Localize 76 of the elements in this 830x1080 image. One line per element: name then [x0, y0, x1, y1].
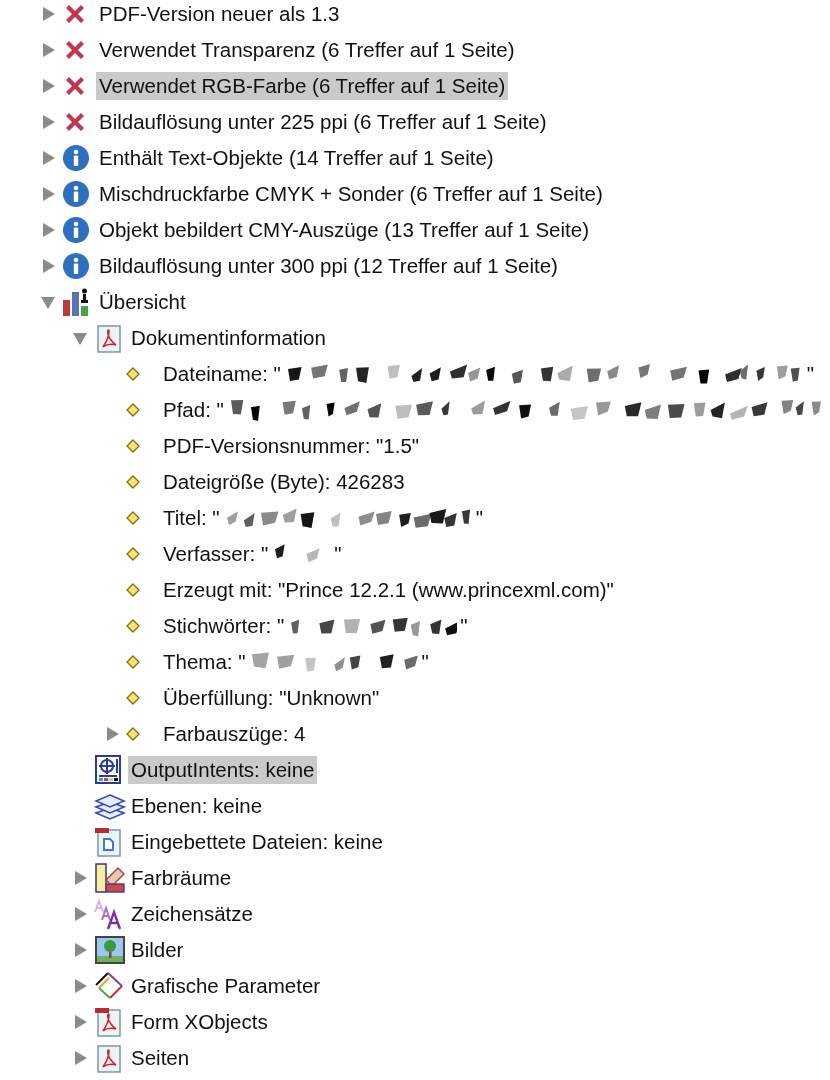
diamond-icon	[126, 475, 140, 489]
tree-item-label[interactable]: Bildauflösung unter 300 ppi (12 Treffer auf 1 Seite)	[96, 252, 561, 280]
tree-image-icon	[94, 935, 126, 965]
quote-mark: "	[459, 613, 469, 639]
tree-item-label[interactable]: Form XObjects	[128, 1008, 271, 1036]
diamond-icon	[126, 439, 140, 453]
pdf-document-icon	[94, 1043, 122, 1073]
diamond-icon	[126, 547, 140, 561]
pdf-document-icon	[94, 1007, 122, 1037]
tree-item-label[interactable]: OutputIntents: keine	[128, 756, 318, 784]
diamond-icon	[126, 403, 140, 417]
tree-item-label[interactable]: Ebenen: keine	[128, 792, 266, 820]
diamond-icon	[126, 367, 140, 381]
tree-item-label[interactable]: Stichwörter: "	[160, 612, 288, 640]
tree-item-label[interactable]: Erzeugt mit: "Prince 12.2.1 (www.princexml.com)"	[160, 576, 617, 604]
disclosure-triangle[interactable]	[72, 330, 88, 346]
tree-item-label[interactable]: Übersicht	[96, 288, 189, 316]
tree-item-label[interactable]: PDF-Versionsnummer: "1.5"	[160, 432, 423, 460]
disclosure-triangle[interactable]	[72, 978, 88, 994]
tree-item-label[interactable]: Dokumentinformation	[128, 324, 329, 352]
disclosure-triangle[interactable]	[40, 186, 56, 202]
disclosure-triangle[interactable]	[72, 942, 88, 958]
tree-item-label[interactable]: Thema: "	[160, 648, 249, 676]
tree-item-label[interactable]: Objekt bebildert CMY-Auszüge (13 Treffer auf 1 Seite)	[96, 216, 592, 244]
quote-mark: "	[333, 541, 343, 567]
disclosure-triangle[interactable]	[40, 114, 56, 130]
disclosure-triangle[interactable]	[40, 258, 56, 274]
tree-item-label[interactable]: Seiten	[128, 1044, 193, 1072]
disclosure-triangle[interactable]	[72, 1050, 88, 1066]
diamond-icon	[126, 511, 140, 525]
pdf-document-icon	[94, 323, 122, 353]
layers-icon	[94, 791, 126, 821]
disclosure-triangle[interactable]	[40, 222, 56, 238]
diamond-icon	[126, 691, 140, 705]
tree-item-label[interactable]: PDF-Version neuer als 1.3	[96, 0, 343, 28]
disclosure-triangle[interactable]	[72, 870, 88, 886]
diamond-icon	[126, 727, 140, 741]
tree-item-label[interactable]: Verwendet RGB-Farbe (6 Treffer auf 1 Seite)	[96, 72, 509, 100]
tree-item-label[interactable]: Bildauflösung unter 225 ppi (6 Treffer auf 1 Seite)	[96, 108, 550, 136]
diamond-icon	[126, 583, 140, 597]
tree-item-label[interactable]: Mischdruckfarbe CMYK + Sonder (6 Treffer auf 1 Seite)	[96, 180, 606, 208]
tree-item-label[interactable]: Dateigröße (Byte): 426283	[160, 468, 408, 496]
tree-item-label[interactable]: Titel: "	[160, 504, 223, 532]
diamond-icon	[126, 655, 140, 669]
quote-mark: "	[420, 649, 430, 675]
tree-item-label[interactable]: Farbräume	[128, 864, 235, 892]
info-icon	[62, 216, 90, 244]
disclosure-triangle[interactable]	[40, 150, 56, 166]
tree-item-label[interactable]: Farbauszüge: 4	[160, 720, 309, 748]
disclosure-triangle[interactable]	[40, 42, 56, 58]
info-icon	[62, 144, 90, 172]
quote-mark: "	[805, 361, 816, 387]
quote-mark: "	[474, 505, 484, 531]
document-icon	[94, 827, 122, 857]
diamond-icon	[126, 619, 140, 633]
info-icon	[62, 252, 90, 280]
tree-item-label[interactable]: Verfasser: "	[160, 540, 272, 568]
tree-item-label[interactable]: Grafische Parameter	[128, 972, 324, 1000]
tree-item-label[interactable]: Eingebettete Dateien: keine	[128, 828, 386, 856]
tree-item-label[interactable]: Verwendet Transparenz (6 Treffer auf 1 Seite)	[96, 36, 518, 64]
crosshair-icon	[94, 755, 122, 785]
disclosure-triangle[interactable]	[72, 1014, 88, 1030]
tree-item-label[interactable]: Enthält Text-Objekte (14 Treffer auf 1 Seite)	[96, 144, 497, 172]
disclosure-triangle[interactable]	[40, 6, 56, 22]
tree-item-label[interactable]: Pfad: "	[160, 396, 227, 424]
color-swatch-icon	[94, 862, 126, 894]
tree-item-label[interactable]: Überfüllung: "Unknown"	[160, 684, 383, 712]
info-icon	[62, 180, 90, 208]
disclosure-triangle[interactable]	[40, 78, 56, 94]
diamond-frame-icon	[94, 971, 124, 1001]
tree-item-label[interactable]: Zeichensätze	[128, 900, 256, 928]
tree-item-label[interactable]: Bilder	[128, 936, 187, 964]
tree-item-label[interactable]: Dateiname: "	[160, 360, 284, 388]
disclosure-triangle[interactable]	[72, 906, 88, 922]
disclosure-triangle[interactable]	[104, 726, 120, 742]
disclosure-triangle[interactable]	[40, 294, 56, 310]
